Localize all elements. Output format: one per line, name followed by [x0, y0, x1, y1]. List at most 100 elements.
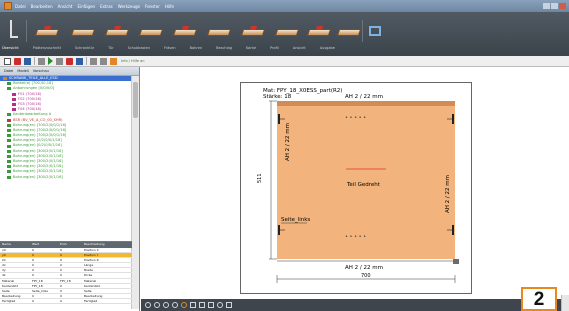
tab-milling[interactable]: Fräsen — [164, 46, 176, 50]
menu-help[interactable]: Hilfe — [165, 4, 174, 9]
tree-scrollbar[interactable] — [131, 76, 139, 309]
property-cell[interactable]: FPY_18 — [30, 284, 58, 288]
right-scrollbar[interactable] — [561, 295, 569, 311]
zoom-fit-icon[interactable] — [172, 302, 178, 308]
property-cell: Bearbeitung — [84, 293, 103, 298]
property-cell: FPY_18 — [60, 278, 71, 283]
tab-output[interactable]: Ausgabe — [320, 46, 335, 50]
property-cell: 0 — [60, 298, 62, 303]
top-edge-band[interactable] — [277, 101, 455, 106]
menu-extras[interactable]: Extras — [100, 4, 113, 9]
property-cell: y0 — [2, 253, 6, 258]
property-cell[interactable]: FPY_18 — [30, 279, 58, 283]
export-icon[interactable] — [76, 57, 83, 65]
drawing-canvas[interactable]: Mat: FPY_18_X0ESS_part(R2) Stärke: 18 AH… — [141, 67, 569, 299]
settings-icon[interactable] — [38, 57, 45, 65]
cursor-icon[interactable] — [56, 57, 63, 65]
board-tool-3[interactable] — [104, 22, 130, 38]
layer-icon[interactable] — [190, 302, 196, 308]
board-tool-6[interactable] — [206, 22, 232, 38]
property-cell[interactable]: 0 — [30, 258, 58, 262]
step-number-badge: 2 — [521, 287, 557, 311]
stop-icon[interactable] — [14, 57, 21, 65]
step-number: 2 — [533, 289, 545, 310]
tree-node-icon — [7, 118, 11, 122]
save-icon[interactable] — [24, 57, 31, 65]
tab-drilling[interactable]: Bohren — [190, 46, 203, 50]
check-icon[interactable] — [226, 302, 232, 308]
help-icon[interactable] — [110, 57, 117, 65]
property-cell: Seite — [2, 288, 10, 293]
property-cell[interactable]: 0 — [30, 248, 58, 252]
zoom-out-icon[interactable] — [154, 302, 160, 308]
property-cell[interactable]: 0 — [30, 263, 58, 267]
menu-edit[interactable]: Bearbeiten — [31, 4, 53, 9]
property-cell[interactable]: 0 — [30, 294, 58, 298]
pan-icon[interactable] — [181, 302, 187, 308]
close-button[interactable] — [559, 3, 566, 9]
cabinet-icon[interactable] — [369, 26, 381, 36]
tab-drawer[interactable]: Schubkasten — [128, 46, 150, 50]
tab-cabinet-door[interactable]: Schranktür — [75, 46, 94, 50]
board-tool-8[interactable] — [274, 22, 300, 38]
menu-view[interactable]: Ansicht — [58, 4, 73, 9]
tree-item[interactable]: Bohrung(en) [300/2(0/1/16] — [0, 175, 132, 180]
staircase-icon[interactable] — [10, 20, 18, 38]
tab-overview[interactable]: Übersicht — [2, 46, 19, 50]
measure-tool-icon[interactable] — [208, 302, 214, 308]
refresh-icon[interactable] — [90, 57, 97, 65]
app-icon[interactable] — [4, 2, 12, 10]
left-edge-label: AH 2 / 22 mm — [285, 123, 291, 161]
help-toggle-label[interactable]: Info / Hilfe an — [121, 59, 144, 63]
property-cell: Material — [84, 278, 97, 283]
tab-door[interactable]: Tür — [108, 46, 113, 50]
panel-tab-model[interactable]: Modell — [17, 69, 28, 73]
zoom-window-icon[interactable] — [163, 302, 169, 308]
property-cell[interactable]: 0 — [30, 273, 58, 277]
board-tool-4[interactable] — [138, 22, 164, 38]
panel-tab-file[interactable]: Datei — [4, 69, 13, 73]
minimize-button[interactable] — [543, 3, 550, 9]
tab-view[interactable]: Ansicht — [293, 46, 306, 50]
tab-panel-cut[interactable]: Plattenzuschnitt — [33, 46, 61, 50]
scrollbar-thumb[interactable] — [133, 82, 138, 118]
drawing-sheet: Mat: FPY_18_X0ESS_part(R2) Stärke: 18 AH… — [240, 82, 472, 294]
left-panel: Datei Modell Vorschau SCHRANK_TEILE_ALLE… — [0, 67, 140, 311]
tree-node-icon — [7, 170, 11, 174]
tab-edge[interactable]: Kante — [246, 46, 256, 50]
property-cell: Seite — [84, 288, 92, 293]
property-cell: 0 — [60, 273, 62, 278]
properties-grid: Name Wert Einh. Beschreibung x0 0 0 Positio… — [0, 241, 132, 309]
tab-hardware[interactable]: Beschlag — [216, 46, 232, 50]
property-cell[interactable]: 0 — [30, 253, 58, 257]
panel-tab-preview[interactable]: Vorschau — [33, 69, 49, 73]
menu-insert[interactable]: Einfügen — [77, 4, 95, 9]
tab-profile[interactable]: Profil — [270, 46, 279, 50]
menu-file[interactable]: Datei — [15, 4, 26, 9]
delete-icon[interactable] — [66, 57, 73, 65]
menu-window[interactable]: Fenster — [145, 4, 160, 9]
board-tool-7[interactable] — [240, 22, 266, 38]
tree-node-icon — [7, 149, 11, 153]
measure-icon[interactable] — [100, 57, 107, 65]
tree-node-icon — [7, 113, 11, 117]
board-tool-2[interactable] — [70, 22, 96, 38]
property-row[interactable]: Fertigteil 0 0 Fertigteil — [0, 298, 132, 305]
ribbon-toolbar: Übersicht Plattenzuschnitt Schranktür Tü… — [0, 12, 569, 56]
property-cell: Länge — [84, 263, 94, 268]
rotate-icon[interactable] — [217, 302, 223, 308]
zoom-in-icon[interactable] — [145, 302, 151, 308]
board-tool-9[interactable] — [306, 22, 332, 38]
property-cell: 0 — [60, 253, 62, 258]
property-cell[interactable]: 0 — [30, 299, 58, 303]
property-cell[interactable]: 0 — [30, 268, 58, 272]
menu-tools[interactable]: Werkzeuge — [118, 4, 140, 9]
board-tool-1[interactable] — [34, 22, 60, 38]
new-document-icon[interactable] — [4, 57, 11, 65]
board-tool-10[interactable] — [336, 22, 362, 38]
board-tool-5[interactable] — [172, 22, 198, 38]
play-icon[interactable] — [48, 57, 53, 65]
print-icon[interactable] — [199, 302, 205, 308]
property-cell[interactable]: Seite_links — [30, 289, 58, 293]
maximize-button[interactable] — [551, 3, 558, 9]
